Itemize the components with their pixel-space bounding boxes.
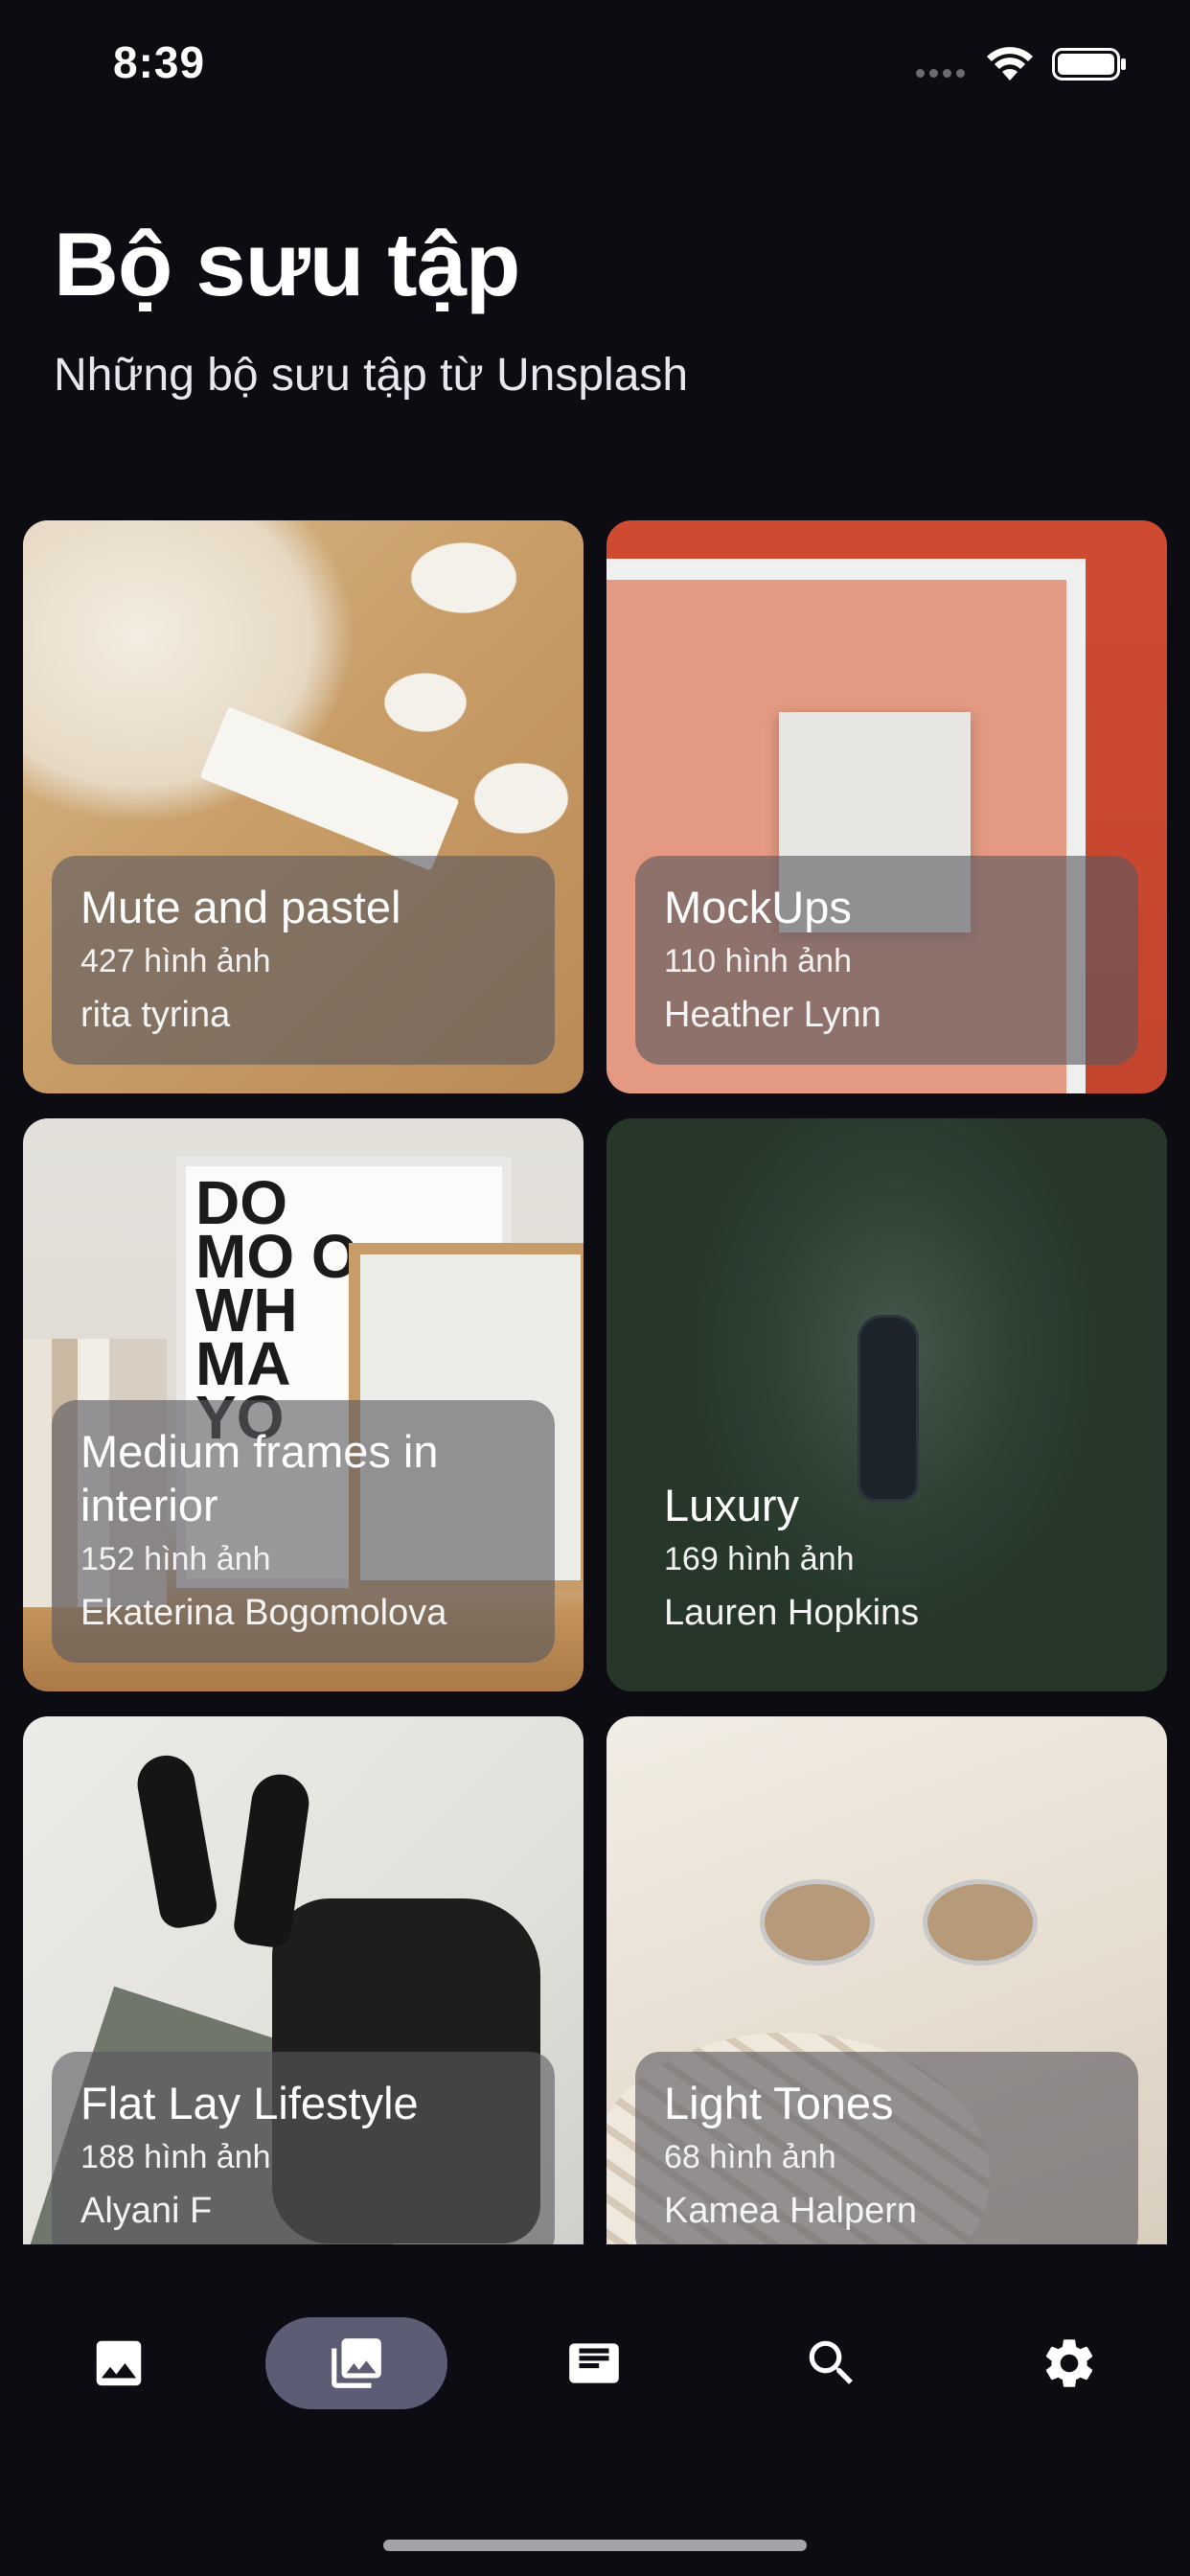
collection-photo-count: 169 hình ảnh: [664, 1541, 855, 1577]
collection-info: Mute and pastel 427 hình ảnh rita tyrina: [52, 856, 555, 1065]
collection-author: Kamea Halpern: [664, 2191, 918, 2231]
photo-library-icon: [332, 2338, 381, 2388]
bottom-navigation-bar: [0, 2244, 1190, 2576]
collection-card[interactable]: DO MO O WH MA YO Medium frames in interi…: [23, 1118, 584, 1691]
collection-photo-count: 427 hình ảnh: [80, 943, 271, 979]
collection-info: Luxury 169 hình ảnh Lauren Hopkins: [635, 1454, 1138, 1663]
nav-settings-tab[interactable]: [978, 2317, 1160, 2409]
collection-card[interactable]: Mute and pastel 427 hình ảnh rita tyrina: [23, 520, 584, 1093]
article-icon: [569, 2343, 619, 2383]
collection-author: Alyani F: [80, 2191, 213, 2231]
collection-title: Light Tones: [664, 2078, 894, 2128]
collection-author: Lauren Hopkins: [664, 1593, 920, 1633]
collection-card[interactable]: Light Tones 68 hình ảnh Kamea Halpern: [606, 1716, 1167, 2244]
collection-title: Flat Lay Lifestyle: [80, 2078, 419, 2128]
collection-info: Medium frames in interior 152 hình ảnh E…: [52, 1400, 555, 1663]
collection-title: Mute and pastel: [80, 882, 401, 932]
collection-author: Ekaterina Bogomolova: [80, 1593, 447, 1633]
collection-photo-count: 152 hình ảnh: [80, 1541, 271, 1577]
collection-photo-count: 68 hình ảnh: [664, 2139, 836, 2175]
collection-title: Medium frames in interior: [80, 1426, 439, 1530]
nav-search-tab[interactable]: [741, 2317, 923, 2409]
collection-title: MockUps: [664, 882, 852, 932]
collection-info: MockUps 110 hình ảnh Heather Lynn: [635, 856, 1138, 1065]
collection-title: Luxury: [664, 1480, 800, 1530]
search-icon: [809, 2340, 853, 2384]
collection-photo-count: 188 hình ảnh: [80, 2139, 271, 2175]
collection-author: rita tyrina: [80, 995, 231, 1035]
collection-card[interactable]: Flat Lay Lifestyle 188 hình ảnh Alyani F: [23, 1716, 584, 2244]
collection-photo-count: 110 hình ảnh: [664, 943, 852, 979]
image-icon: [96, 2340, 142, 2386]
collection-card[interactable]: MockUps 110 hình ảnh Heather Lynn: [606, 520, 1167, 1093]
collection-info: Light Tones 68 hình ảnh Kamea Halpern: [635, 2052, 1138, 2244]
nav-articles-tab[interactable]: [503, 2317, 685, 2409]
nav-collections-tab[interactable]: [265, 2317, 447, 2409]
settings-icon: [1045, 2339, 1093, 2387]
collection-card[interactable]: Luxury 169 hình ảnh Lauren Hopkins: [606, 1118, 1167, 1691]
collection-author: Heather Lynn: [664, 995, 881, 1035]
collection-info: Flat Lay Lifestyle 188 hình ảnh Alyani F: [52, 2052, 555, 2244]
nav-photos-tab[interactable]: [28, 2317, 210, 2409]
collections-grid: Mute and pastel 427 hình ảnh rita tyrina…: [0, 0, 1190, 2244]
home-indicator[interactable]: [383, 2540, 807, 2551]
